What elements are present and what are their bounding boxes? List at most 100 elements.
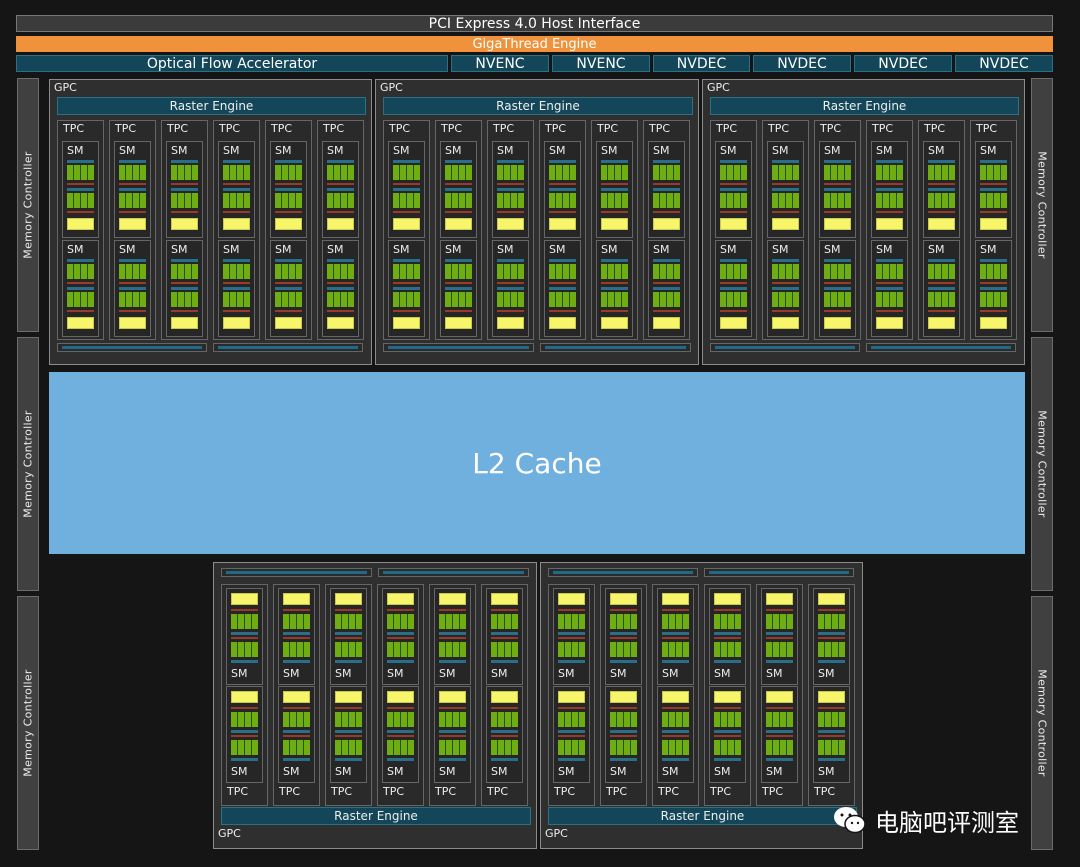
sm-label: SM [275,144,292,157]
nvenc-unit-2: NVENC [552,55,650,72]
sm-block: SM [648,141,685,238]
sm-rt-core [393,317,420,329]
sm-cuda-cores [393,193,420,208]
tpc-block: TPC SM SM [643,120,690,340]
sm-label: SM [549,243,566,256]
tpc-block: SM SM TPC [325,584,372,806]
sm-register-file [171,287,198,290]
sm-cuda-cores [714,642,741,657]
sm-register-file [772,160,799,163]
sm-register-file [119,160,146,163]
sm-tensor-core [275,310,302,312]
sm-tensor-core [445,282,472,284]
sm-block: SM [605,588,642,685]
tpc-label: TPC [597,122,619,135]
sm-cuda-cores [818,642,845,657]
sm-register-file [824,160,851,163]
sm-block: SM [813,686,850,783]
sm-cuda-cores [497,292,524,307]
sm-register-file [980,259,1007,262]
sm-tensor-core [491,609,518,611]
sm-label: SM [275,243,292,256]
sm-register-file [67,160,94,163]
sm-register-file [275,287,302,290]
sm-tensor-core [439,735,466,737]
sm-register-file [772,287,799,290]
tpc-block: SM SM TPC [756,584,803,806]
sm-label: SM [766,667,783,680]
sm-rt-core [387,593,414,605]
sm-tensor-core [393,310,420,312]
l2-cache: L2 Cache [49,372,1025,554]
sm-block: SM [923,141,960,238]
sm-register-file [335,758,362,761]
sm-block: SM [709,588,746,685]
sm-rt-core [662,593,689,605]
sm-tensor-core [610,637,637,639]
sm-tensor-core [876,282,903,284]
sm-label: SM [497,144,514,157]
sm-register-file [491,730,518,733]
gpc-label: GPC [545,827,568,840]
sm-tensor-core [720,310,747,312]
tpc-label: TPC [63,122,85,135]
sm-tensor-core [445,310,472,312]
sm-cuda-cores [119,264,146,279]
tpc-block: SM SM TPC [481,584,528,806]
sm-rt-core [610,593,637,605]
sm-rt-core [653,218,680,230]
sm-cuda-cores [662,614,689,629]
sm-tensor-core [610,707,637,709]
sm-block: SM [166,141,203,238]
sm-cuda-cores [772,292,799,307]
sm-cuda-cores [387,614,414,629]
sm-rt-core [119,317,146,329]
sm-tensor-core [824,310,851,312]
sm-cuda-cores [558,614,585,629]
sm-block: SM [544,240,581,337]
sm-label: SM [558,765,575,778]
sm-register-file [439,758,466,761]
sm-cuda-cores [231,712,258,727]
tpc-block: TPC SM SM [109,120,156,340]
sm-label: SM [876,144,893,157]
sm-cuda-cores [119,165,146,180]
sm-register-file [439,660,466,663]
sm-block: SM [596,240,633,337]
sm-tensor-core [171,310,198,312]
sm-register-file [653,287,680,290]
sm-cuda-cores [439,740,466,755]
tpc-label: TPC [331,785,353,798]
sm-register-file [491,660,518,663]
sm-cuda-cores [714,740,741,755]
sm-tensor-core [720,183,747,185]
sm-register-file [928,259,955,262]
sm-register-file [67,259,94,262]
sm-cuda-cores [223,165,250,180]
sm-register-file [171,188,198,191]
sm-block: SM [114,240,151,337]
sm-register-file [772,188,799,191]
sm-rt-core [653,317,680,329]
sm-register-file [393,287,420,290]
raster-engine: Raster Engine [221,807,531,825]
sm-tensor-core [231,735,258,737]
sm-block: SM [278,686,315,783]
tpc-label: TPC [820,122,842,135]
sm-label: SM [119,243,136,256]
sm-rt-core [67,317,94,329]
sm-cuda-cores [980,193,1007,208]
sm-register-file [662,730,689,733]
polymorph-engine-bar [540,343,691,352]
tpc-block: TPC SM SM [317,120,364,340]
sm-block: SM [492,240,529,337]
sm-register-file [720,160,747,163]
sm-tensor-core [601,282,628,284]
sm-label: SM [714,667,731,680]
sm-cuda-cores [393,165,420,180]
sm-cuda-cores [601,264,628,279]
gpc-label: GPC [218,827,241,840]
sm-rt-core [491,691,518,703]
sm-register-file [601,287,628,290]
sm-block: SM [440,141,477,238]
